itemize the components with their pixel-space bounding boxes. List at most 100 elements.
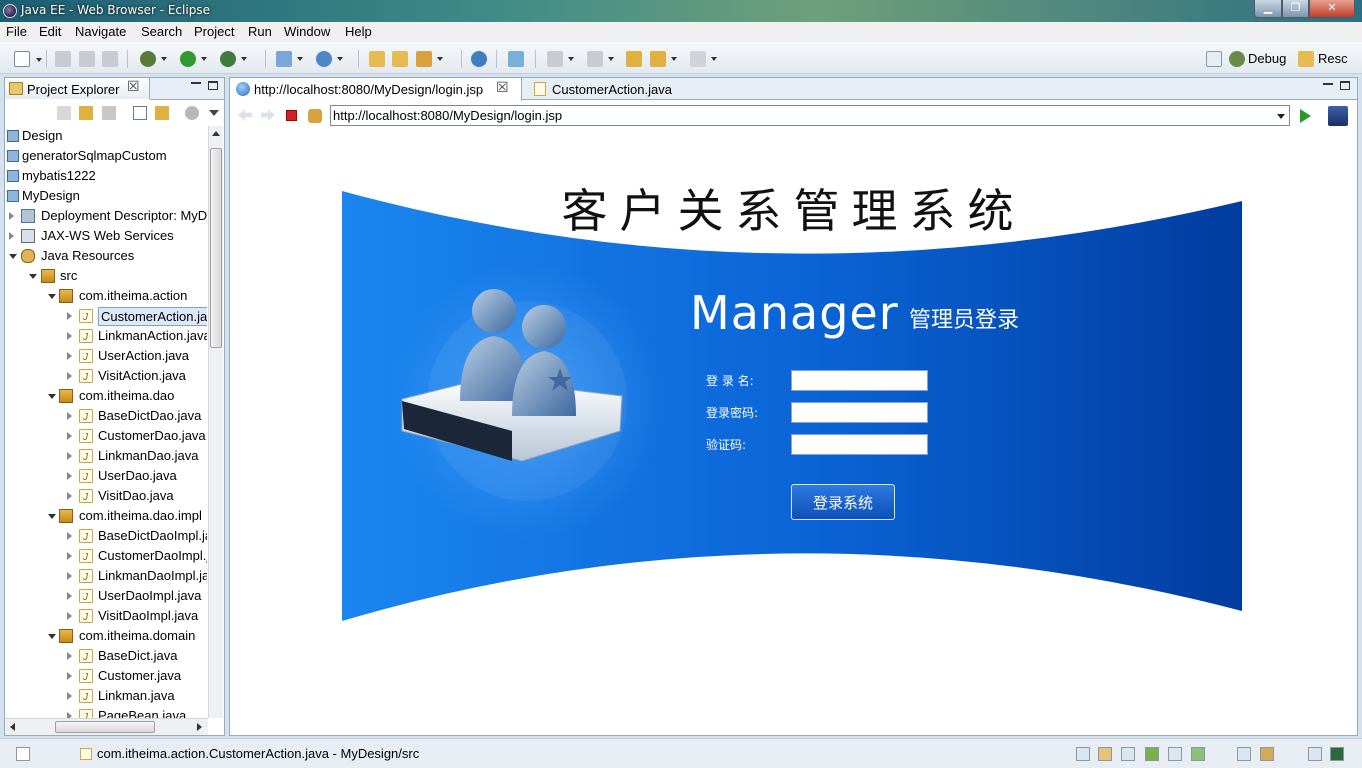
- chevron-down-icon[interactable]: [48, 634, 56, 639]
- chevron-right-icon[interactable]: [67, 452, 72, 460]
- task-list-icon[interactable]: [1330, 747, 1344, 761]
- menu-project[interactable]: Project: [194, 24, 234, 39]
- tree-item[interactable]: CustomerDaoImpl.java: [5, 546, 207, 568]
- forward-icon[interactable]: [690, 51, 717, 67]
- menu-search[interactable]: Search: [141, 24, 182, 39]
- scroll-up-icon[interactable]: [212, 131, 220, 136]
- new-icon[interactable]: [14, 51, 42, 67]
- tree-item[interactable]: Java Resources: [5, 246, 207, 266]
- run-icon[interactable]: [180, 51, 207, 67]
- resource-perspective[interactable]: Resc: [1318, 51, 1348, 66]
- chevron-right-icon[interactable]: [67, 552, 72, 560]
- chevron-right-icon[interactable]: [67, 672, 72, 680]
- chevron-right-icon[interactable]: [67, 492, 72, 500]
- print-icon[interactable]: [102, 51, 118, 67]
- tree-item[interactable]: LinkmanDao.java: [5, 446, 207, 468]
- tab-customer-action[interactable]: CustomerAction.java: [530, 78, 690, 100]
- maximize-view-icon[interactable]: [208, 81, 218, 90]
- tree-item[interactable]: MyDesign: [5, 186, 207, 206]
- project-tree[interactable]: Design generatorSqlmapCustom mybatis1222 My…: [5, 126, 207, 718]
- tree-item[interactable]: generatorSqlmapCustom: [5, 146, 207, 166]
- launch-icon[interactable]: [508, 51, 524, 67]
- properties-icon[interactable]: [1121, 747, 1135, 761]
- link-with-editor-icon[interactable]: [155, 106, 169, 120]
- chevron-right-icon[interactable]: [67, 332, 72, 340]
- back-icon[interactable]: [238, 109, 252, 121]
- tree-item[interactable]: PageBean.java: [5, 706, 207, 718]
- debug-perspective[interactable]: Debug: [1248, 51, 1286, 66]
- chevron-down-icon[interactable]: [48, 514, 56, 519]
- tree-item[interactable]: Design: [5, 126, 207, 146]
- eclipse-browser-icon[interactable]: [1328, 106, 1348, 126]
- collapse-all-icon[interactable]: [133, 106, 147, 120]
- menu-help[interactable]: Help: [345, 24, 372, 39]
- console-icon[interactable]: [1191, 747, 1205, 761]
- view-menu-icon[interactable]: [185, 106, 199, 120]
- scrollbar-thumb[interactable]: [210, 148, 222, 348]
- servers-icon[interactable]: [1098, 747, 1112, 761]
- chevron-down-icon[interactable]: [48, 394, 56, 399]
- chevron-right-icon[interactable]: [67, 412, 72, 420]
- tree-item[interactable]: BaseDictDao.java: [5, 406, 207, 428]
- close-icon[interactable]: ☒: [496, 79, 509, 96]
- chevron-right-icon[interactable]: [67, 472, 72, 480]
- maximize-button[interactable]: ❐: [1282, 0, 1309, 18]
- chevron-right-icon[interactable]: [67, 692, 72, 700]
- stop-icon[interactable]: [286, 110, 297, 121]
- tree-item[interactable]: CustomerAction.java: [5, 306, 207, 328]
- captcha-field[interactable]: [791, 434, 928, 455]
- password-field[interactable]: [791, 402, 928, 423]
- open-perspective-icon[interactable]: [1206, 51, 1222, 67]
- tree-item[interactable]: LinkmanDaoImpl.java: [5, 566, 207, 588]
- url-input[interactable]: [333, 107, 1263, 124]
- menu-edit[interactable]: Edit: [39, 24, 61, 39]
- tree-item[interactable]: BaseDict.java: [5, 646, 207, 668]
- debug-perspective-icon[interactable]: [1229, 51, 1245, 67]
- tree-item[interactable]: JAX-WS Web Services: [5, 226, 207, 246]
- chevron-right-icon[interactable]: [67, 532, 72, 540]
- go-icon[interactable]: [1300, 109, 1311, 123]
- chevron-right-icon[interactable]: [67, 572, 72, 580]
- restore-icon[interactable]: [1076, 747, 1090, 761]
- vertical-scrollbar[interactable]: [208, 126, 223, 718]
- tree-item[interactable]: UserDaoImpl.java: [5, 586, 207, 608]
- tree-item[interactable]: mybatis1222: [5, 166, 207, 186]
- restore-icon[interactable]: [1308, 747, 1322, 761]
- chevron-down-icon[interactable]: [48, 294, 56, 299]
- window-title-bar[interactable]: Java EE - Web Browser - Eclipse ▁ ❐ ✕: [0, 0, 1362, 22]
- tab-browser-login[interactable]: http://localhost:8080/MyDesign/login.jsp…: [230, 78, 522, 101]
- run-external-icon[interactable]: [220, 51, 247, 67]
- tree-item[interactable]: UserDao.java: [5, 466, 207, 488]
- chevron-right-icon[interactable]: [9, 232, 14, 240]
- snippets-icon[interactable]: [1168, 747, 1182, 761]
- menu-file[interactable]: File: [6, 24, 27, 39]
- back-icon[interactable]: [57, 106, 71, 120]
- tree-item[interactable]: com.itheima.action: [5, 286, 207, 306]
- tree-item[interactable]: CustomerDao.java: [5, 426, 207, 448]
- horizontal-scrollbar[interactable]: [5, 718, 208, 735]
- refresh-icon[interactable]: [308, 109, 322, 123]
- last-edit-location-icon[interactable]: [626, 51, 642, 67]
- chevron-right-icon[interactable]: [67, 592, 72, 600]
- data-source-icon[interactable]: [1145, 747, 1159, 761]
- tree-item[interactable]: Linkman.java: [5, 686, 207, 708]
- close-button[interactable]: ✕: [1309, 0, 1355, 18]
- resource-perspective-icon[interactable]: [1298, 51, 1314, 67]
- tree-item[interactable]: VisitDao.java: [5, 486, 207, 508]
- open-resource-icon[interactable]: [392, 51, 408, 67]
- chevron-right-icon[interactable]: [67, 612, 72, 620]
- globe-icon[interactable]: [471, 51, 487, 67]
- tree-item[interactable]: Deployment Descriptor: MyDesign: [5, 206, 207, 226]
- open-type-icon[interactable]: [369, 51, 385, 67]
- chevron-right-icon[interactable]: [67, 652, 72, 660]
- up-icon[interactable]: [102, 106, 116, 120]
- scroll-right-icon[interactable]: [197, 723, 202, 731]
- tree-item[interactable]: UserAction.java: [5, 346, 207, 368]
- fast-view-icon[interactable]: [16, 747, 30, 761]
- menu-run[interactable]: Run: [248, 24, 272, 39]
- outline-icon[interactable]: [1260, 747, 1274, 761]
- tree-item[interactable]: com.itheima.dao.impl: [5, 506, 207, 526]
- search-icon[interactable]: [416, 51, 443, 67]
- minimize-view-icon[interactable]: [191, 82, 201, 84]
- close-icon[interactable]: ☒: [127, 79, 140, 95]
